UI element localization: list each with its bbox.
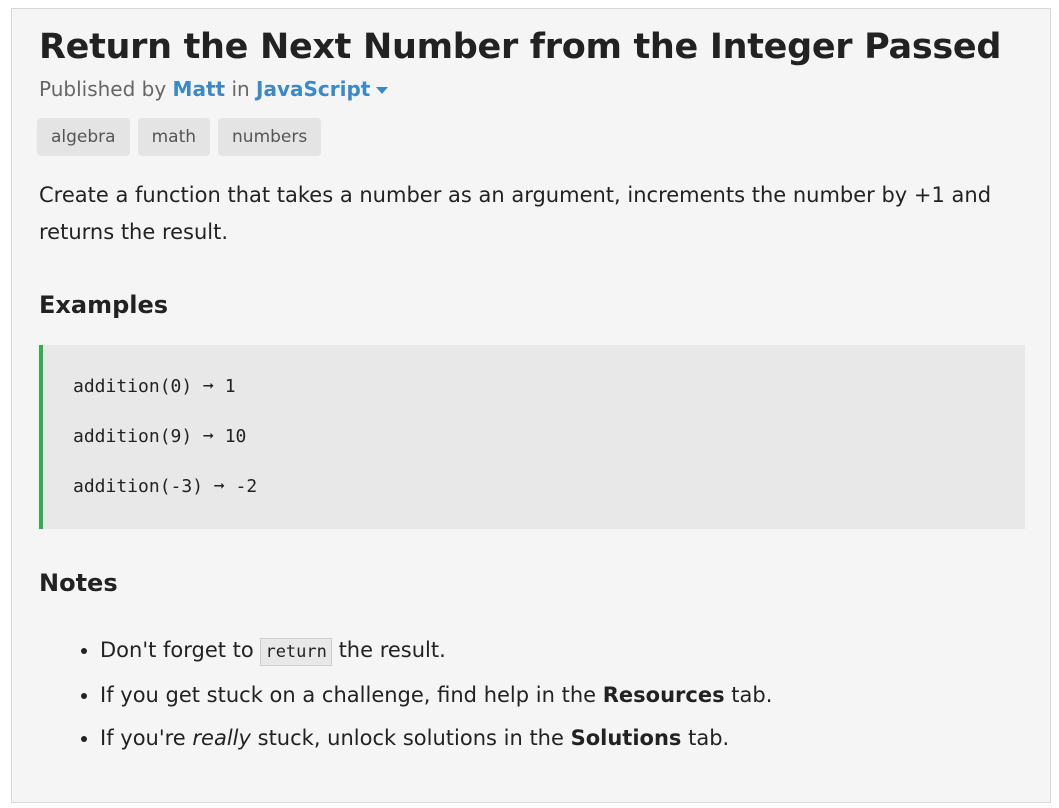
published-by-label: Published by xyxy=(39,77,167,101)
language-label: JavaScript xyxy=(256,77,371,101)
language-dropdown[interactable]: JavaScript xyxy=(256,77,389,101)
tag-list: algebra math numbers xyxy=(37,118,322,156)
tag-numbers[interactable]: numbers xyxy=(218,118,322,156)
note-text: If you're xyxy=(100,726,186,750)
caret-down-icon xyxy=(376,87,389,94)
challenge-meta: Published by Matt in JavaScript xyxy=(39,77,389,101)
challenge-title: Return the Next Number from the Integer … xyxy=(39,27,1002,67)
in-label: in xyxy=(231,77,250,101)
note-emphasis: really xyxy=(192,726,251,750)
note-item: If you're really stuck, unlock solutions… xyxy=(100,717,772,760)
note-text: tab. xyxy=(688,726,730,750)
solutions-tab-label: Solutions xyxy=(570,726,682,750)
tag-math[interactable]: math xyxy=(137,118,211,156)
author-link[interactable]: Matt xyxy=(173,77,226,101)
note-item: Don't forget to return the result. xyxy=(100,629,772,674)
note-text: stuck, unlock solutions in the xyxy=(257,726,564,750)
note-item: If you get stuck on a challenge, find he… xyxy=(100,674,772,717)
example-line: addition(-3) ➞ -2 xyxy=(73,476,258,497)
tag-algebra[interactable]: algebra xyxy=(37,118,130,156)
note-text: If you get stuck on a challenge, find he… xyxy=(100,683,597,707)
example-line: addition(0) ➞ 1 xyxy=(73,376,236,397)
challenge-description: Create a function that takes a number as… xyxy=(39,183,992,244)
example-line: addition(9) ➞ 10 xyxy=(73,426,247,447)
notes-heading: Notes xyxy=(39,569,118,597)
note-text: the result. xyxy=(338,638,446,662)
examples-heading: Examples xyxy=(39,291,169,319)
challenge-card: Return the Next Number from the Integer … xyxy=(11,8,1051,803)
examples-code-block: addition(0) ➞ 1 addition(9) ➞ 10 additio… xyxy=(39,345,1025,529)
inline-code-return: return xyxy=(260,638,332,666)
note-text: tab. xyxy=(731,683,773,707)
note-text: Don't forget to xyxy=(100,638,254,662)
resources-tab-label: Resources xyxy=(602,683,725,707)
notes-list: Don't forget to return the result. If yo… xyxy=(72,629,772,760)
